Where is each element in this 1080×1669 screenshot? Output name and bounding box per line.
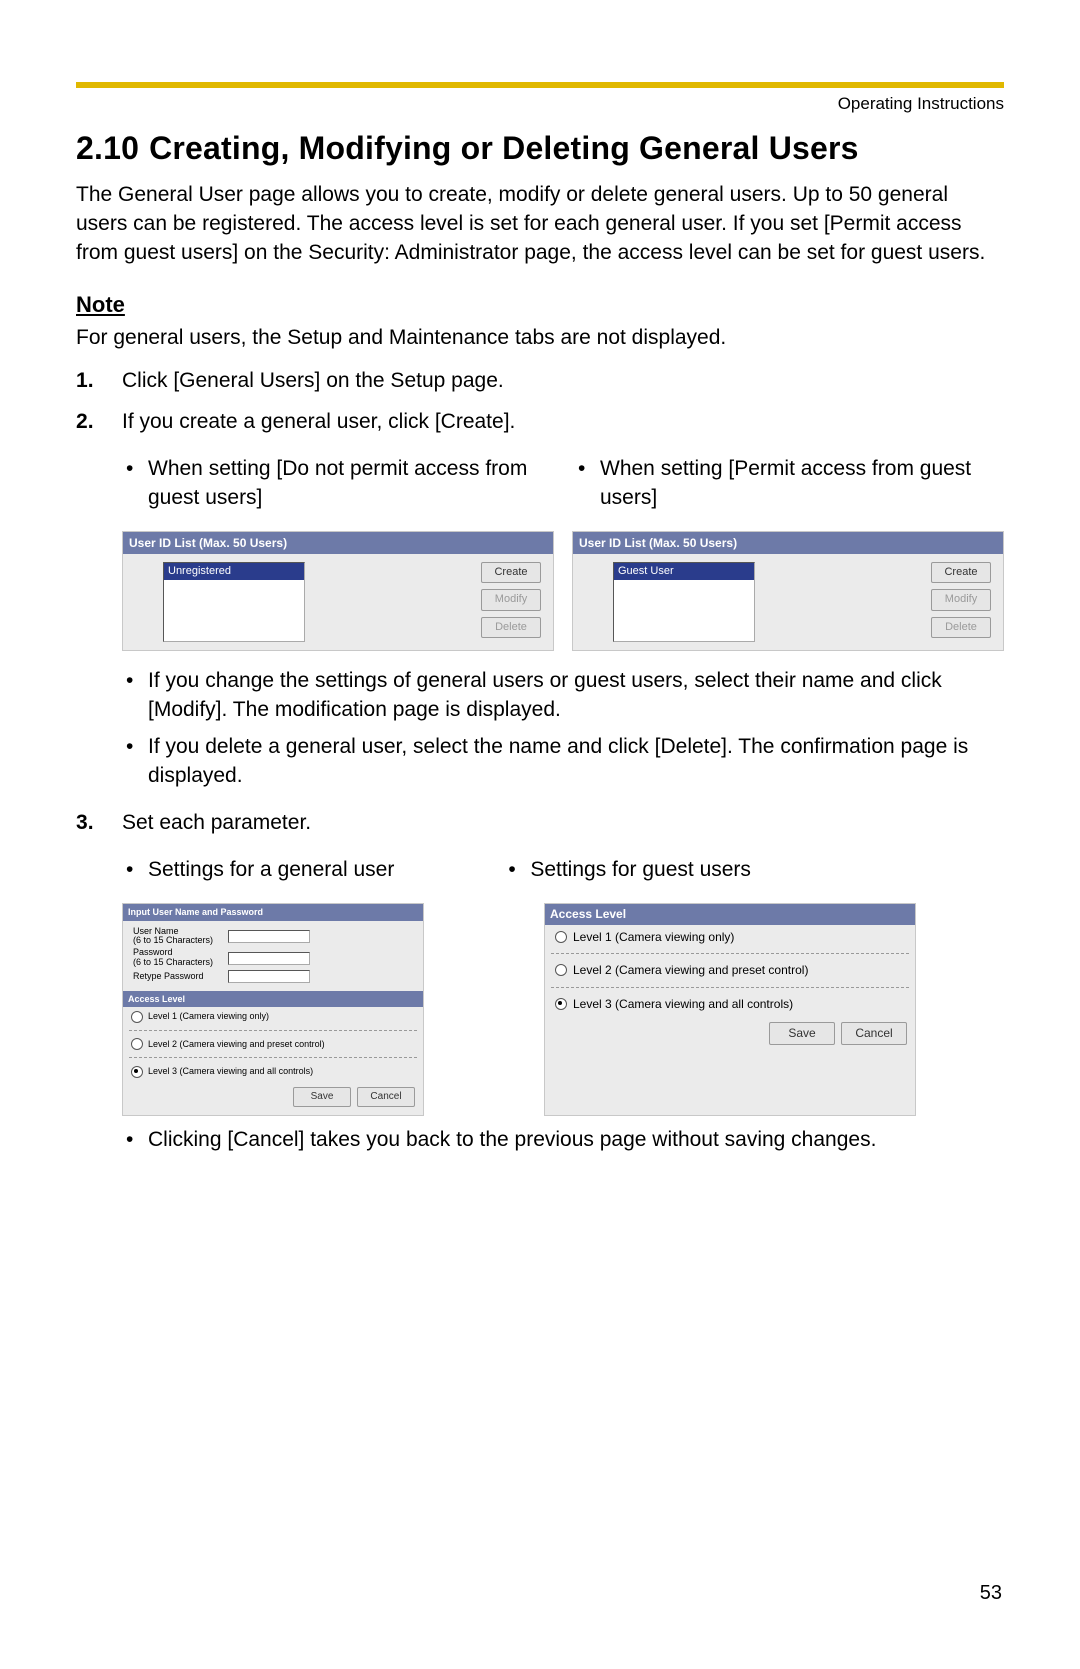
step-3-sub: Clicking [Cancel] takes you back to the … [122, 1126, 1004, 1155]
access-level-bar-b: Access Level [545, 904, 915, 925]
level1-row-b[interactable]: Level 1 (Camera viewing only) [545, 925, 915, 950]
note-heading: Note [76, 292, 1004, 318]
cancel-button[interactable]: Cancel [841, 1022, 907, 1045]
user-id-list-title-right: User ID List (Max. 50 Users) [573, 532, 1003, 555]
step-3-bullet-row: Settings for a general user Settings for… [122, 856, 1004, 893]
step-list: Click [General Users] on the Setup page.… [76, 367, 1004, 1155]
radio-icon [555, 998, 567, 1010]
level1-label-b: Level 1 (Camera viewing only) [573, 929, 734, 946]
modify-button[interactable]: Modify [931, 589, 991, 610]
divider [129, 1057, 417, 1058]
intro-paragraph: The General User page allows you to crea… [76, 181, 1004, 268]
step-2-bullet-left: When setting [Do not permit access from … [122, 455, 552, 513]
section-title-text: Creating, Modifying or Deleting General … [149, 130, 859, 166]
password-input[interactable] [228, 952, 310, 965]
step-2-text: If you create a general user, click [Cre… [122, 410, 515, 433]
user-list-item-unregistered[interactable]: Unregistered [164, 563, 304, 580]
user-name-hint: (6 to 15 Characters) [133, 935, 213, 945]
user-name-label-text: User Name [133, 926, 179, 936]
user-id-list-title-left: User ID List (Max. 50 Users) [123, 532, 553, 555]
level2-label-a: Level 2 (Camera viewing and preset contr… [148, 1038, 325, 1050]
access-level-bar-a: Access Level [123, 991, 423, 1007]
step-2-sub-b: If you delete a general user, select the… [122, 733, 1004, 791]
divider [551, 953, 909, 954]
save-button[interactable]: Save [769, 1022, 835, 1045]
user-listbox-right[interactable]: Guest User [613, 562, 755, 642]
step-2-bullet-right: When setting [Permit access from guest u… [574, 455, 1004, 513]
step-3-screenshots: Input User Name and Password User Name (… [122, 903, 1004, 1115]
radio-icon [555, 964, 567, 976]
input-user-name-bar: Input User Name and Password [123, 904, 423, 920]
header-rule [76, 82, 1004, 88]
radio-icon [131, 1066, 143, 1078]
step-3-bullet-right: Settings for guest users [504, 856, 751, 885]
user-listbox-left[interactable]: Unregistered [163, 562, 305, 642]
guest-user-settings-panel: Access Level Level 1 (Camera viewing onl… [544, 903, 916, 1115]
step-2-screenshots: User ID List (Max. 50 Users) Unregistere… [122, 531, 1004, 652]
create-button[interactable]: Create [481, 562, 541, 583]
delete-button[interactable]: Delete [931, 617, 991, 638]
create-button[interactable]: Create [931, 562, 991, 583]
divider [551, 987, 909, 988]
general-user-settings-panel: Input User Name and Password User Name (… [122, 903, 424, 1115]
header-right: Operating Instructions [76, 94, 1004, 114]
step-2-bullet-row: When setting [Do not permit access from … [122, 455, 1004, 521]
level1-row-a[interactable]: Level 1 (Camera viewing only) [123, 1007, 423, 1025]
retype-password-label: Retype Password [133, 972, 228, 982]
user-id-list-right: User ID List (Max. 50 Users) Guest User … [572, 531, 1004, 652]
user-list-item-guest[interactable]: Guest User [614, 563, 754, 580]
password-hint: (6 to 15 Characters) [133, 957, 213, 967]
step-2: If you create a general user, click [Cre… [76, 408, 1004, 791]
level3-row-b[interactable]: Level 3 (Camera viewing and all controls… [545, 992, 915, 1017]
section-number: 2.10 [76, 130, 139, 167]
divider [129, 1030, 417, 1031]
step-1-text: Click [General Users] on the Setup page. [122, 369, 504, 392]
step-2-sub-a: If you change the settings of general us… [122, 667, 1004, 725]
retype-password-input[interactable] [228, 970, 310, 983]
modify-button[interactable]: Modify [481, 589, 541, 610]
document-page: Operating Instructions 2.10 Creating, Mod… [0, 0, 1080, 1669]
level3-label-b: Level 3 (Camera viewing and all controls… [573, 996, 793, 1013]
level2-row-a[interactable]: Level 2 (Camera viewing and preset contr… [123, 1035, 423, 1053]
password-label-text: Password [133, 947, 173, 957]
radio-icon [131, 1038, 143, 1050]
level1-label-a: Level 1 (Camera viewing only) [148, 1010, 269, 1022]
page-number: 53 [980, 1582, 1002, 1605]
level3-row-a[interactable]: Level 3 (Camera viewing and all controls… [123, 1062, 423, 1080]
step-3-text: Set each parameter. [122, 811, 311, 834]
radio-icon [131, 1011, 143, 1023]
section-title: 2.10 Creating, Modifying or Deleting Gene… [76, 130, 1004, 167]
user-name-input[interactable] [228, 930, 310, 943]
user-name-label: User Name (6 to 15 Characters) [133, 927, 228, 947]
delete-button[interactable]: Delete [481, 617, 541, 638]
user-id-list-left: User ID List (Max. 50 Users) Unregistere… [122, 531, 554, 652]
password-label: Password (6 to 15 Characters) [133, 948, 228, 968]
note-body: For general users, the Setup and Mainten… [76, 324, 1004, 353]
step-1: Click [General Users] on the Setup page. [76, 367, 1004, 396]
save-button[interactable]: Save [293, 1087, 351, 1107]
level3-label-a: Level 3 (Camera viewing and all controls… [148, 1065, 313, 1077]
level2-row-b[interactable]: Level 2 (Camera viewing and preset contr… [545, 958, 915, 983]
level2-label-b: Level 2 (Camera viewing and preset contr… [573, 962, 808, 979]
step-3-bullet-left: Settings for a general user [122, 856, 394, 885]
step-3: Set each parameter. Settings for a gener… [76, 809, 1004, 1154]
cancel-button[interactable]: Cancel [357, 1087, 415, 1107]
radio-icon [555, 931, 567, 943]
